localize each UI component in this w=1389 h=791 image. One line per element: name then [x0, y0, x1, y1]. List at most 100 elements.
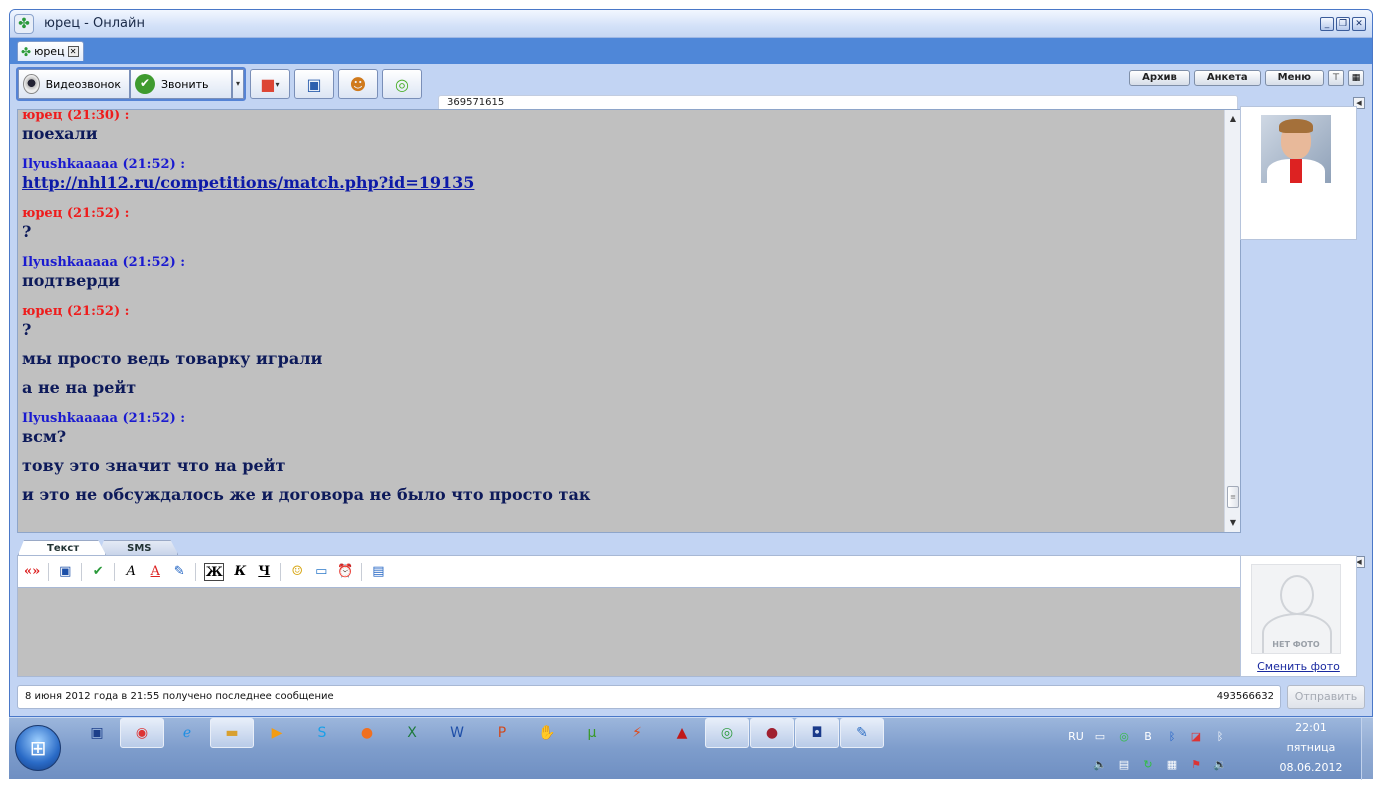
tv-icon[interactable]: ▭ — [313, 563, 329, 581]
contact-avatar[interactable] — [1261, 115, 1331, 183]
acrobat-icon[interactable]: ▲ — [660, 718, 704, 748]
my-uin: 493566632 — [1216, 691, 1274, 702]
start-button[interactable]: ⊞ — [15, 725, 61, 771]
call-button[interactable]: ✔ Звонить — [130, 69, 232, 99]
title-bar[interactable]: ✤ юрец - Онлайн _ ❐ ✕ — [10, 10, 1372, 38]
display-icon[interactable]: ▭ — [1095, 730, 1105, 743]
clover-icon: ✤ — [21, 44, 32, 59]
network-icon[interactable]: ▤ — [1119, 758, 1129, 771]
close-tab-icon[interactable]: ✕ — [67, 46, 79, 57]
action-center-icon[interactable]: ⚑ — [1191, 758, 1201, 771]
minimize-button[interactable]: _ — [1320, 17, 1334, 31]
volume-icon[interactable]: 🔈 — [1093, 758, 1107, 771]
contact-tab[interactable]: ✤ юрец ✕ — [17, 41, 84, 61]
clock-weekday: пятница — [1286, 741, 1336, 754]
message-input[interactable] — [17, 587, 1241, 677]
video-call-label: Видеозвонок — [45, 77, 121, 91]
taskbar-apps: ▣ ◉ ℯ ▬ ▶ S ● X W P ✋ µ ⚡ ▲ ◎ ● ◘ ✎ — [75, 718, 905, 780]
device-icon[interactable]: ▦ — [1167, 758, 1177, 771]
webcam-icon — [23, 74, 40, 94]
flash-icon[interactable]: ⚡ — [615, 718, 659, 748]
contacts-button[interactable]: ☻ — [338, 69, 378, 99]
alarm-icon[interactable]: ⏰ — [337, 563, 353, 581]
vk-icon[interactable]: B — [1144, 730, 1152, 743]
message-link[interactable]: http://nhl12.ru/competitions/match.php?i… — [22, 173, 474, 192]
media-player-icon[interactable]: ▶ — [255, 718, 299, 748]
explorer-icon[interactable]: ▬ — [210, 718, 254, 748]
chrome-icon[interactable]: ◉ — [120, 718, 164, 748]
archive-button[interactable]: Архив — [1129, 70, 1190, 86]
call-dropdown-button[interactable]: ▾ — [232, 69, 244, 99]
taskbar: ⊞ ▣ ◉ ℯ ▬ ▶ S ● X W P ✋ µ ⚡ ▲ ◎ ● ◘ ✎ RU… — [9, 717, 1373, 780]
call-label: Звонить — [161, 77, 209, 91]
video-call-button[interactable]: Видеозвонок — [18, 69, 130, 99]
floppy-icon[interactable]: ▣ — [75, 718, 119, 748]
message-sender: Ilyushkaaaaa (21:52) : — [22, 157, 186, 172]
tab-text[interactable]: Текст — [18, 540, 106, 555]
message-text: и это не обсуждалось же и договора не бы… — [22, 485, 591, 504]
font-icon[interactable]: A — [123, 563, 139, 581]
qip-icon[interactable]: ◎ — [705, 718, 749, 748]
top-menu: Архив Анкета Меню ⊤ ▦ — [1129, 70, 1364, 86]
last-message-status: 8 июня 2012 года в 21:55 получено послед… — [25, 691, 334, 702]
hand-icon[interactable]: ✋ — [525, 718, 569, 748]
spellcheck-icon[interactable]: ✔ — [90, 563, 106, 581]
message-text: тову это значит что на рейт — [22, 456, 286, 475]
security-icon[interactable]: ◪ — [1191, 730, 1201, 743]
message-sender: юрец (21:30) : — [22, 109, 130, 123]
game-icon[interactable]: ◘ — [795, 718, 839, 748]
font-color-icon[interactable]: A — [147, 563, 163, 581]
qip-tray-icon[interactable]: ◎ — [1119, 730, 1129, 743]
paint-icon[interactable]: ✎ — [840, 718, 884, 748]
chat-history[interactable]: юрец (21:30) : поехали Ilyushkaaaaa (21:52… — [17, 109, 1241, 533]
ie-icon[interactable]: ℯ — [165, 718, 209, 748]
scroll-down-icon[interactable]: ▼ — [1225, 516, 1240, 530]
message-text: подтверди — [22, 271, 120, 290]
message-sender: Ilyushkaaaaa (21:52) : — [22, 411, 186, 426]
bluetooth-icon[interactable]: ᛒ — [1169, 730, 1176, 743]
window-title: юрец - Онлайн — [44, 16, 145, 31]
change-photo-link[interactable]: Сменить фото — [1241, 660, 1356, 673]
underline-button[interactable]: Ч — [256, 563, 272, 581]
send-button[interactable]: Отправить — [1287, 685, 1365, 709]
sync-icon[interactable]: ↻ — [1143, 758, 1152, 771]
translit-button[interactable]: «» — [24, 563, 40, 581]
save-history-button[interactable]: ▣ — [294, 69, 334, 99]
profile-button[interactable]: Анкета — [1193, 70, 1261, 86]
ball-icon[interactable]: ● — [750, 718, 794, 748]
chat-scrollbar[interactable]: ▲ ≡ ▼ — [1224, 110, 1240, 532]
excel-icon[interactable]: X — [390, 718, 434, 748]
skype-icon[interactable]: S — [300, 718, 344, 748]
chat-window: ✤ юрец - Онлайн _ ❐ ✕ ✤ юрец ✕ Видеозвон… — [9, 9, 1373, 717]
wake-up-icon[interactable]: ▤ — [370, 563, 386, 581]
clock[interactable]: 22:01 пятница 08.06.2012 — [1271, 718, 1351, 780]
language-indicator[interactable]: RU — [1068, 730, 1084, 743]
pin-icon[interactable]: ⊤ — [1328, 70, 1344, 86]
powerpoint-icon[interactable]: P — [480, 718, 524, 748]
smiley-icon[interactable]: ☺ — [289, 563, 305, 581]
text-template-icon[interactable]: ▣ — [57, 563, 73, 581]
clock-date: 08.06.2012 — [1279, 761, 1343, 774]
highlight-icon[interactable]: ✎ — [171, 563, 187, 581]
games-button[interactable]: ■ ▾ — [250, 69, 290, 99]
word-icon[interactable]: W — [435, 718, 479, 748]
menu-button[interactable]: Меню — [1264, 70, 1324, 86]
scroll-thumb[interactable]: ≡ — [1227, 486, 1239, 508]
show-desktop-button[interactable] — [1361, 718, 1373, 780]
bold-button[interactable]: Ж — [204, 562, 225, 581]
utorrent-icon[interactable]: µ — [570, 718, 614, 748]
zona-icon[interactable]: ● — [345, 718, 389, 748]
close-button[interactable]: ✕ — [1352, 17, 1366, 31]
layout-icon[interactable]: ▦ — [1348, 70, 1364, 86]
tab-sms[interactable]: SMS — [98, 540, 178, 555]
scroll-up-icon[interactable]: ▲ — [1225, 112, 1240, 126]
speaker-icon[interactable]: 🔉 — [1213, 758, 1227, 771]
bluetooth-icon-2[interactable]: ᛒ — [1217, 730, 1224, 743]
message-list: юрец (21:30) : поехали Ilyushkaaaaa (21:52… — [22, 110, 1222, 504]
users-icon: ☻ — [349, 74, 367, 94]
italic-button[interactable]: К — [232, 563, 248, 581]
restore-button[interactable]: ❐ — [1336, 17, 1350, 31]
message-sender: юрец (21:52) : — [22, 206, 130, 221]
send-file-button[interactable]: ◎ — [382, 69, 422, 99]
message-text: всм? — [22, 427, 67, 446]
